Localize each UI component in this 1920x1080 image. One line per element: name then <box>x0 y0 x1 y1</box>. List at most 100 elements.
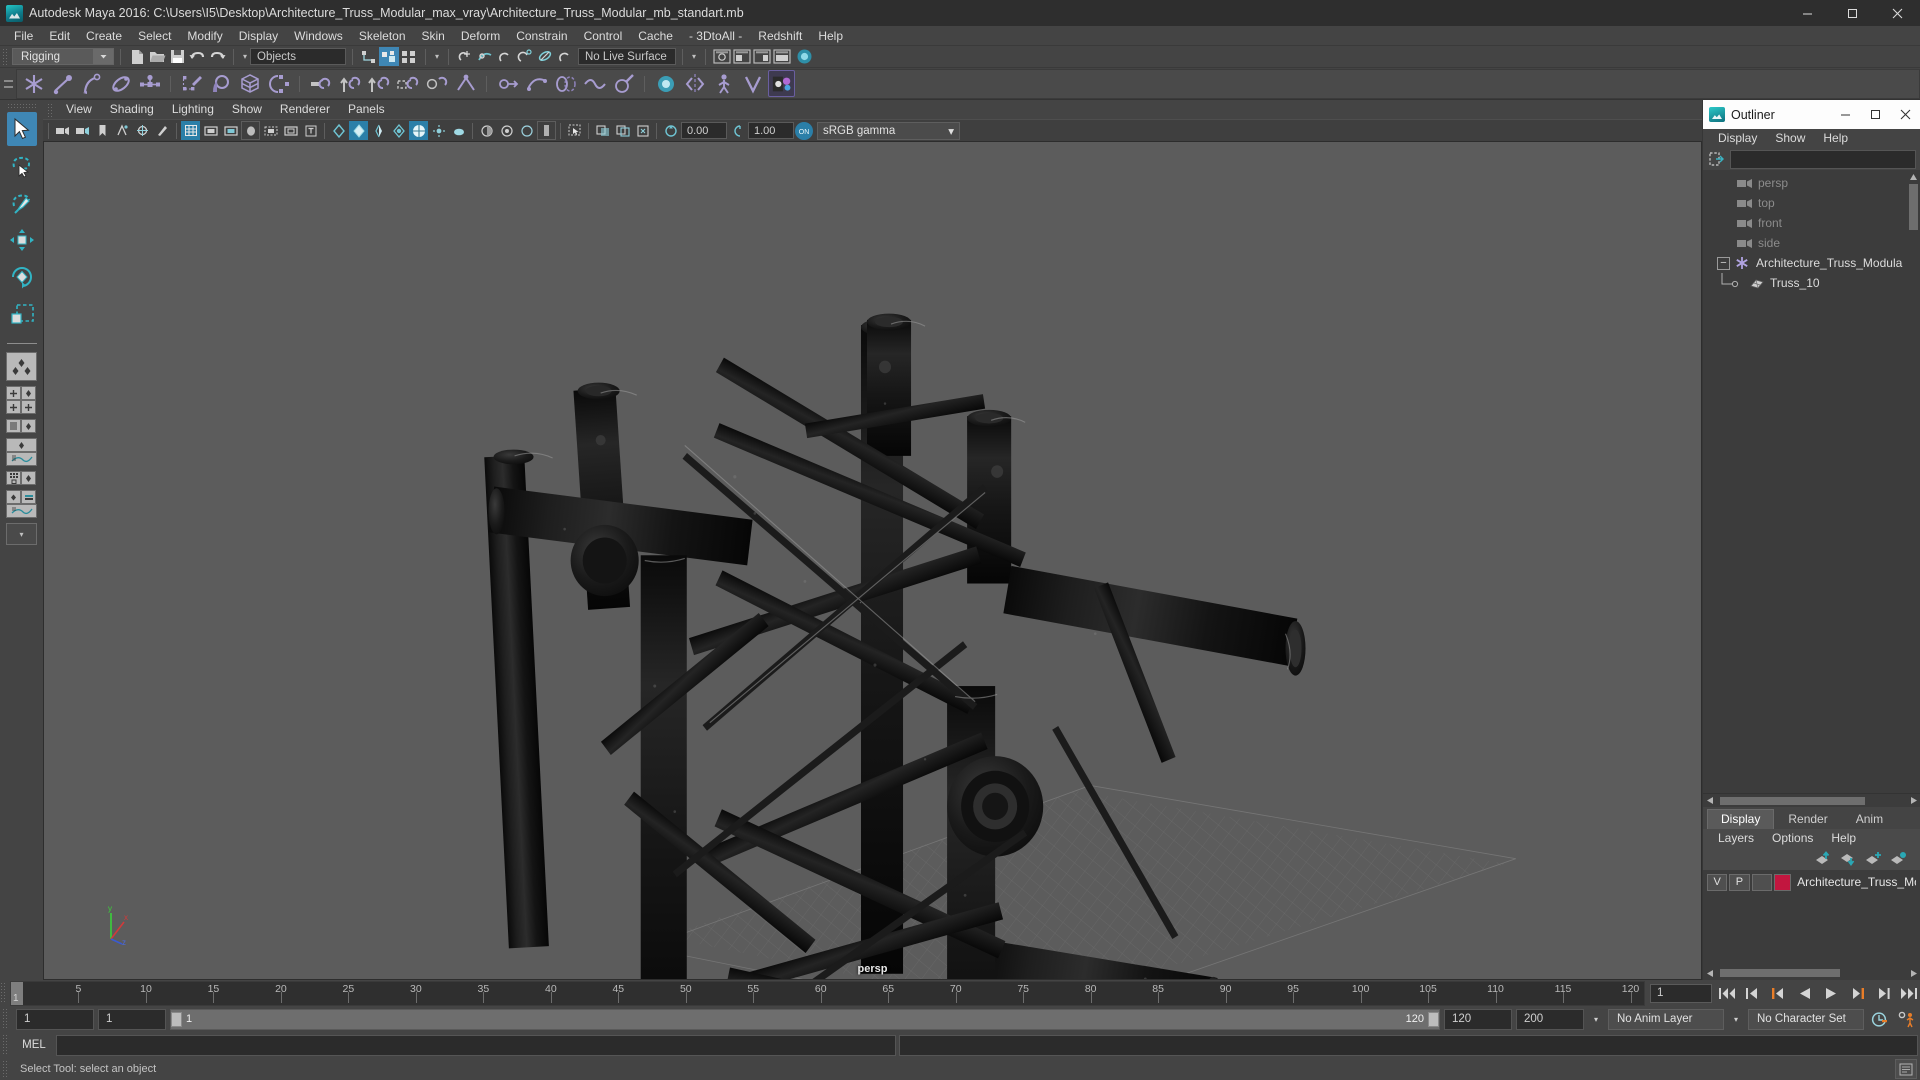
shelf-cluster-icon[interactable] <box>265 70 292 97</box>
text-overlay-icon[interactable] <box>301 121 320 140</box>
move-layer-down-icon[interactable] <box>1838 849 1860 869</box>
open-scene-icon[interactable] <box>147 47 167 66</box>
selection-mask-field[interactable]: Objects <box>250 48 346 65</box>
film-gate-icon[interactable] <box>201 121 220 140</box>
use-all-lights-icon[interactable] <box>429 121 448 140</box>
color-profile-dropdown[interactable]: sRGB gamma ▾ <box>817 122 960 140</box>
viewport-menu-lighting[interactable]: Lighting <box>163 101 223 118</box>
texture-toggle-icon[interactable] <box>389 121 408 140</box>
move-layer-up-icon[interactable] <box>1813 849 1835 869</box>
chevron-down-icon[interactable]: ▾ <box>1728 1009 1744 1030</box>
script-editor-button[interactable] <box>1895 1059 1917 1079</box>
shelf-parent-constraint-icon[interactable] <box>307 70 334 97</box>
gamma-reset-icon[interactable] <box>728 121 747 140</box>
shelf-bind-skin-icon[interactable] <box>207 70 234 97</box>
perspective-viewport[interactable]: y x z persp <box>43 141 1702 980</box>
camera-attributes-icon[interactable] <box>73 121 92 140</box>
outliner-item-front[interactable]: front <box>1703 213 1907 233</box>
quick-layout-persp-graph-button[interactable] <box>6 438 37 466</box>
command-line-grip[interactable] <box>2 1034 9 1056</box>
redshift-render-view-icon[interactable] <box>794 47 814 66</box>
select-camera-icon[interactable] <box>53 121 72 140</box>
time-slider-grip[interactable] <box>0 982 7 1004</box>
go-to-end-button[interactable] <box>1897 983 1920 1004</box>
scroll-left-icon[interactable] <box>1703 794 1716 808</box>
outliner-vertical-scrollbar[interactable] <box>1907 170 1920 793</box>
two-d-pan-zoom-icon[interactable] <box>133 121 152 140</box>
quick-layout-more-button[interactable]: ▾ <box>6 523 37 545</box>
quad-view-cell-2[interactable] <box>21 386 36 400</box>
render-pane-icon[interactable] <box>21 490 36 504</box>
shelf-redshift-material-icon[interactable] <box>652 70 679 97</box>
graph-curve-pane-icon[interactable] <box>6 504 37 518</box>
shaded-wireframe-icon[interactable] <box>369 121 388 140</box>
layer-color-swatch[interactable] <box>1774 874 1791 891</box>
grid-toggle-icon[interactable] <box>181 121 200 140</box>
make-live-icon[interactable] <box>555 47 575 66</box>
chevron-down-icon[interactable]: ▾ <box>948 124 954 138</box>
menu-constrain[interactable]: Constrain <box>508 27 575 45</box>
viewport-menu-view[interactable]: View <box>57 101 101 118</box>
menu-redshift[interactable]: Redshift <box>750 27 810 45</box>
multisample-aa-icon[interactable] <box>517 121 536 140</box>
scroll-right-icon[interactable] <box>1907 794 1920 808</box>
outliner-menu-help[interactable]: Help <box>1814 130 1857 147</box>
shelf-3dtoall-export-icon[interactable] <box>768 70 795 97</box>
menu-display[interactable]: Display <box>231 27 286 45</box>
go-to-start-button[interactable] <box>1715 983 1738 1004</box>
tab-display[interactable]: Display <box>1707 809 1774 829</box>
outliner-tree-body[interactable]: persp top front <box>1703 170 1920 793</box>
resolution-gate-icon[interactable] <box>221 121 240 140</box>
shelf-lattice-icon[interactable] <box>236 70 263 97</box>
window-maximize-button[interactable] <box>1830 0 1875 26</box>
shelf-wire-tool-icon[interactable] <box>581 70 608 97</box>
menuset-selector[interactable]: Rigging <box>12 48 114 65</box>
hscroll-thumb[interactable] <box>1720 969 1840 977</box>
hscroll-thumb[interactable] <box>1720 797 1865 805</box>
tab-render[interactable]: Render <box>1774 809 1841 829</box>
collapse-expander-icon[interactable]: − <box>1717 257 1730 270</box>
tool-settings-toggle-icon[interactable] <box>732 47 752 66</box>
viewport-menu-show[interactable]: Show <box>223 101 271 118</box>
shelf-ik-handle-icon[interactable] <box>49 70 76 97</box>
layer-list-horizontal-scrollbar[interactable] <box>1703 966 1920 980</box>
shelf-aim-constraint-icon[interactable] <box>423 70 450 97</box>
exposure-field[interactable]: 0.00 <box>681 122 727 139</box>
xray-toggle-icon[interactable] <box>593 121 612 140</box>
layer-playback-toggle[interactable]: P <box>1729 874 1749 891</box>
outliner-maximize-button[interactable] <box>1860 100 1890 129</box>
live-surface-field[interactable]: No Live Surface <box>578 48 676 65</box>
shelf-point-constraint-icon[interactable] <box>336 70 363 97</box>
menu-windows[interactable]: Windows <box>286 27 351 45</box>
shelf-sculpt-icon[interactable] <box>610 70 637 97</box>
menu-select[interactable]: Select <box>130 27 179 45</box>
persp-top-pane-icon[interactable] <box>6 438 37 452</box>
shelf-deformer-icon[interactable] <box>523 70 550 97</box>
snap-group-chevron-icon[interactable]: ▾ <box>432 52 442 61</box>
component-select-icon[interactable] <box>399 47 419 66</box>
rotate-tool-button[interactable] <box>7 260 37 294</box>
shelf-ik-spline-icon[interactable] <box>78 70 105 97</box>
layer-menu-help[interactable]: Help <box>1822 830 1865 847</box>
hscroll-track[interactable] <box>1716 794 1907 808</box>
outliner-pane-icon[interactable] <box>6 419 21 433</box>
channel-box-toggle-icon[interactable] <box>752 47 772 66</box>
anim-end-time-field[interactable]: 200 <box>1516 1009 1584 1030</box>
editors-chevron-icon[interactable]: ▾ <box>689 52 699 61</box>
paint-select-tool-button[interactable] <box>7 186 37 220</box>
select-tool-button[interactable] <box>7 112 37 146</box>
outliner-item-truss-10[interactable]: Truss_10 <box>1703 273 1907 293</box>
window-minimize-button[interactable] <box>1785 0 1830 26</box>
color-management-toggle-icon[interactable]: ON <box>795 122 813 140</box>
quick-layout-hypershade-button[interactable] <box>6 471 37 485</box>
new-empty-layer-icon[interactable] <box>1863 849 1885 869</box>
bookmark-icon[interactable] <box>93 121 112 140</box>
hscroll-track[interactable] <box>1716 966 1907 980</box>
window-close-button[interactable] <box>1875 0 1920 26</box>
shelf-joint-tool-icon[interactable] <box>20 70 47 97</box>
shelf-blendshape-icon[interactable] <box>552 70 579 97</box>
isolate-select-icon[interactable] <box>565 121 584 140</box>
scrollbar-thumb[interactable] <box>1909 184 1918 230</box>
sidebar-toggle-icon[interactable] <box>772 47 792 66</box>
scroll-right-icon[interactable] <box>1907 966 1920 980</box>
